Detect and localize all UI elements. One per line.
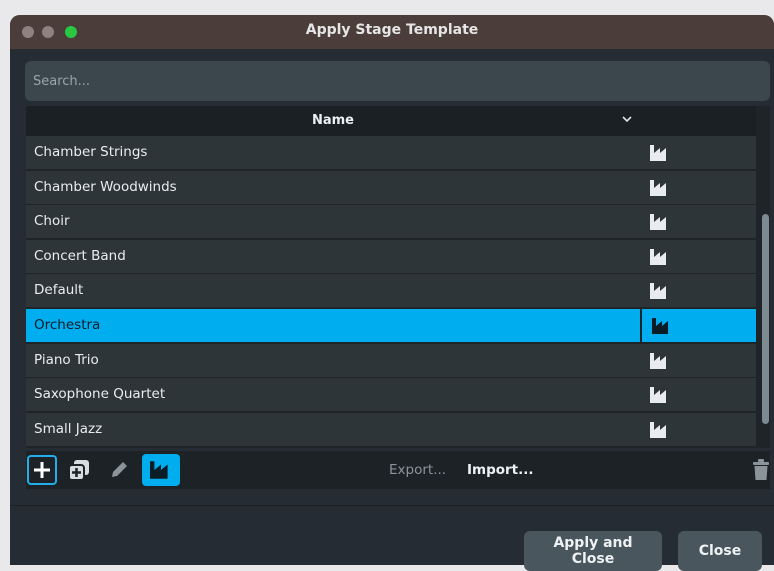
window-title: Apply Stage Template (305, 22, 479, 38)
table-row[interactable]: Chamber Woodwinds (26, 170, 756, 204)
vertical-scrollbar[interactable] (759, 106, 770, 448)
factory-stage-icon (650, 248, 666, 265)
row-icon-cell (640, 205, 754, 239)
factory-stage-icon (650, 145, 666, 161)
column-header-name[interactable]: Name (26, 113, 640, 128)
table-row[interactable]: Chamber Strings (26, 136, 756, 169)
export-button[interactable]: Export... (389, 462, 446, 478)
factory-stage-icon (652, 317, 668, 334)
pencil-icon (112, 462, 127, 477)
row-name: Choir (34, 213, 70, 230)
row-icon-cell (640, 308, 756, 342)
stage-template-button[interactable] (142, 454, 180, 486)
table-row-selected[interactable]: Orchestra (26, 308, 756, 342)
row-icon-cell (640, 378, 754, 412)
row-name: Small Jazz (34, 420, 103, 437)
row-name: Chamber Woodwinds (34, 178, 177, 195)
row-icon-cell (640, 412, 754, 446)
row-icon-cell (640, 274, 754, 308)
table-row[interactable]: Small Jazz (26, 412, 756, 446)
footer-divider (10, 505, 774, 506)
table-row[interactable]: Piano Trio (26, 343, 756, 377)
template-table: Name Chamber Strings Chamber Woodwinds C… (26, 106, 770, 448)
row-icon-cell (640, 239, 754, 273)
row-icon-cell (640, 136, 754, 169)
factory-stage-icon (650, 214, 666, 231)
factory-stage-icon (150, 461, 168, 479)
dialog-window: Apply Stage Template Name Chamber String… (10, 15, 774, 565)
trash-icon[interactable] (752, 459, 770, 481)
table-row[interactable]: Saxophone Quartet (26, 378, 756, 412)
duplicate-template-button[interactable] (64, 455, 94, 485)
title-bar: Apply Stage Template (10, 15, 774, 49)
search-input[interactable] (25, 61, 770, 101)
add-template-button[interactable] (27, 455, 57, 485)
edit-template-button[interactable] (104, 455, 134, 485)
factory-stage-icon (650, 421, 666, 438)
import-button[interactable]: Import... (467, 462, 534, 478)
row-icon-cell (640, 343, 754, 377)
close-button[interactable]: Close (678, 531, 762, 571)
scrollbar-thumb[interactable] (762, 214, 769, 424)
duplicate-icon (68, 460, 89, 481)
plus-icon (34, 462, 50, 478)
row-name: Saxophone Quartet (34, 386, 166, 403)
list-toolbar: Export... Import... (26, 451, 770, 489)
table-row[interactable]: Concert Band (26, 239, 756, 273)
table-row[interactable]: Choir (26, 205, 756, 239)
chevron-down-icon[interactable] (620, 112, 634, 126)
row-name: Default (34, 282, 84, 299)
factory-stage-icon (650, 179, 666, 196)
factory-stage-icon (650, 352, 666, 369)
row-name: Piano Trio (34, 351, 99, 368)
factory-stage-icon (650, 387, 666, 404)
row-name: Chamber Strings (34, 144, 148, 160)
apply-and-close-button[interactable]: Apply and Close (524, 531, 662, 571)
table-header: Name (26, 106, 756, 136)
factory-stage-icon (650, 283, 666, 300)
row-name: Concert Band (34, 247, 126, 264)
table-rows: Chamber Strings Chamber Woodwinds Choir … (26, 136, 756, 447)
table-row[interactable]: Default (26, 274, 756, 308)
row-icon-cell (640, 170, 754, 204)
row-name: Orchestra (34, 316, 101, 333)
